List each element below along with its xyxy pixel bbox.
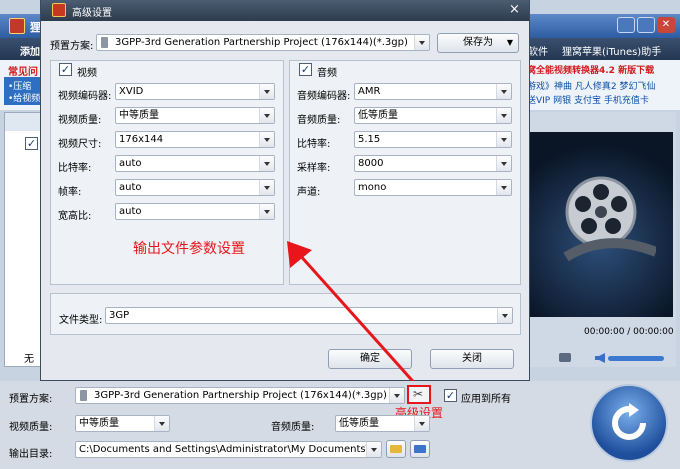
bottom-audio-quality-select[interactable]: 低等质量 — [335, 415, 430, 432]
refresh-icon — [612, 403, 646, 440]
browse-folder-button[interactable] — [386, 440, 406, 458]
bottom-audio-quality-label: 音频质量: — [271, 422, 315, 433]
chevron-down-icon — [366, 442, 381, 457]
open-folder-icon — [414, 445, 426, 453]
convert-button[interactable] — [590, 384, 668, 462]
output-dir-value: C:\Documents and Settings\Administrator\… — [79, 444, 382, 455]
bottom-preset-label: 预置方案: — [9, 394, 53, 405]
advanced-settings-button[interactable]: ✂ — [407, 385, 431, 404]
open-folder-button[interactable] — [410, 440, 430, 458]
bottom-preset-select[interactable]: 3GPP-3rd Generation Partnership Project … — [75, 387, 405, 404]
chevron-down-icon — [154, 416, 169, 431]
chevron-down-icon — [414, 416, 429, 431]
output-dir-label: 输出目录: — [9, 449, 53, 460]
bottom-video-quality-value: 中等质量 — [79, 418, 119, 429]
apply-all-checkbox[interactable]: ✓ — [444, 389, 457, 402]
bottom-video-quality-select[interactable]: 中等质量 — [75, 415, 170, 432]
apply-all-label: 应用到所有 — [461, 394, 511, 405]
bottom-audio-quality-value: 低等质量 — [339, 418, 379, 429]
bottom-preset-value: 3GPP-3rd Generation Partnership Project … — [94, 390, 387, 401]
output-dir-field[interactable]: C:\Documents and Settings\Administrator\… — [75, 441, 382, 458]
phone-icon — [80, 390, 87, 401]
bottom-video-quality-label: 视频质量: — [9, 422, 53, 433]
chevron-down-icon — [389, 388, 404, 403]
folder-icon — [390, 445, 402, 453]
tools-icon: ✂ — [413, 387, 424, 401]
